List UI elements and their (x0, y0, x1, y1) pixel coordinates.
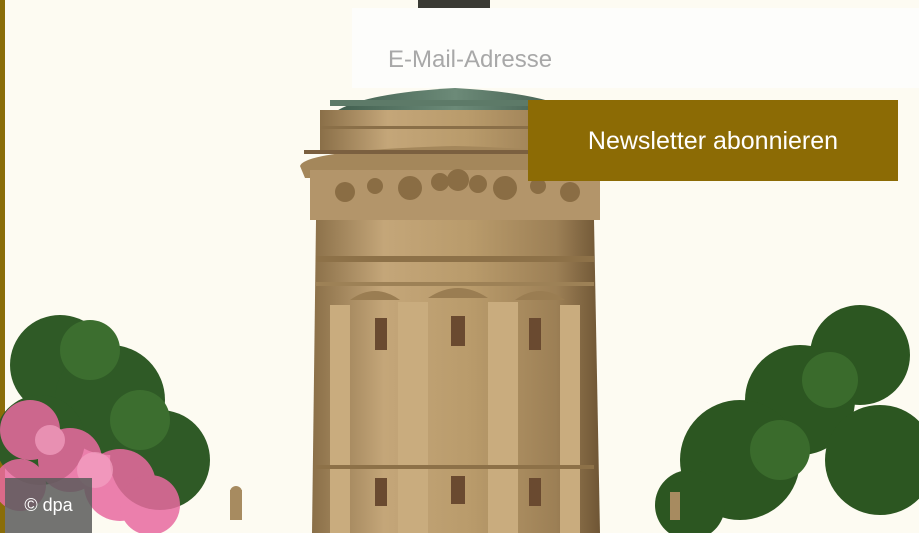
email-input[interactable] (352, 8, 919, 88)
newsletter-subscribe-button[interactable]: Newsletter abonnieren (528, 100, 898, 181)
photo-credit: © dpa (5, 478, 92, 533)
